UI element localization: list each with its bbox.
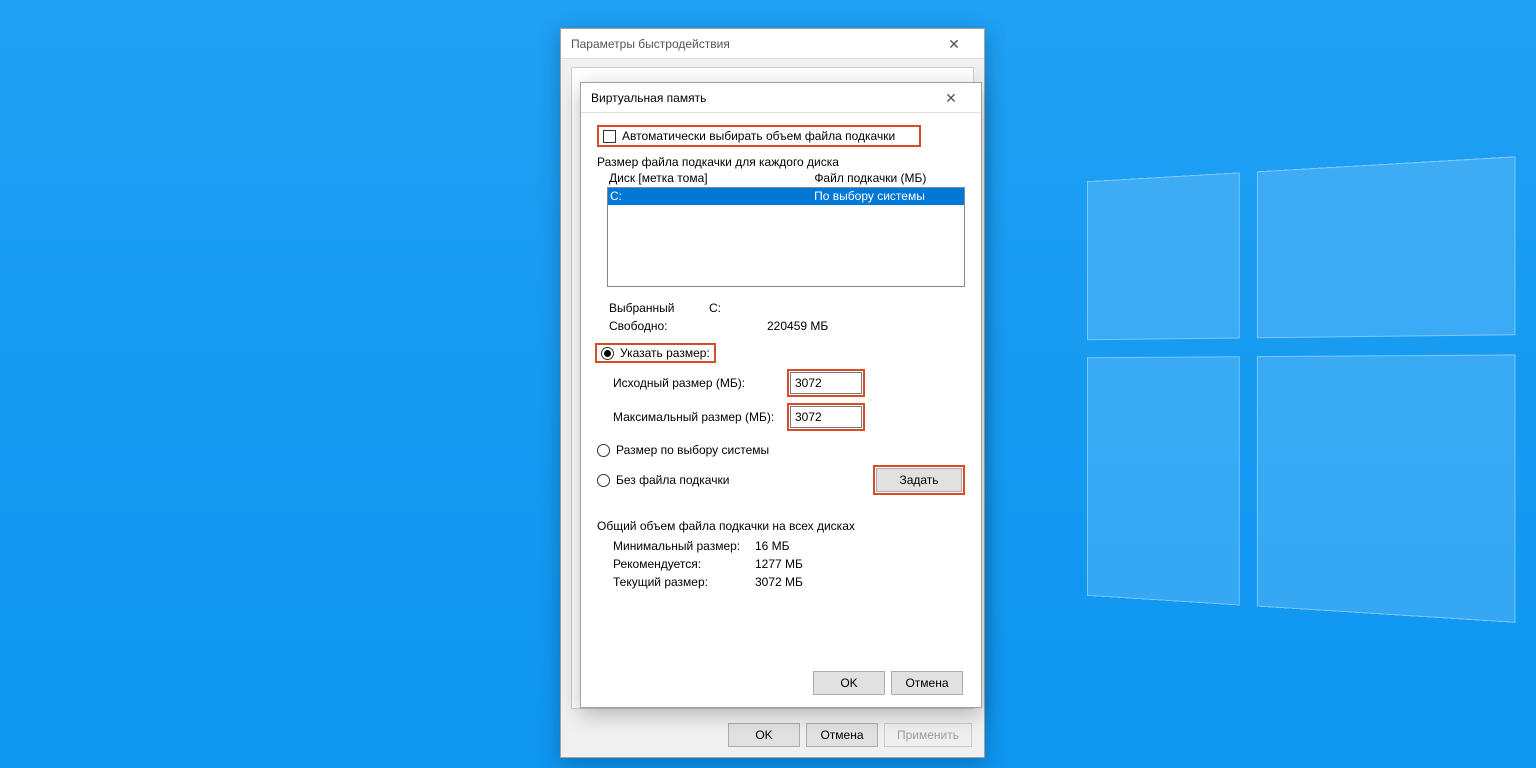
windows-logo: [1087, 157, 1496, 602]
totals-caption: Общий объем файла подкачки на всех диска…: [597, 511, 965, 535]
selected-drive-value: C:: [709, 301, 965, 315]
free-label: Свободно:: [609, 319, 767, 333]
auto-manage-label: Автоматически выбирать объем файла подка…: [622, 129, 895, 143]
col-pagefile: Файл подкачки (МБ): [814, 171, 963, 185]
free-value: 220459 МБ: [767, 319, 965, 333]
cur-value: 3072 МБ: [755, 575, 965, 589]
max-size-input[interactable]: [790, 406, 862, 428]
radio-icon[interactable]: [597, 444, 610, 457]
virtual-memory-dialog: Виртуальная память ✕ Автоматически выбир…: [580, 82, 982, 708]
rec-label: Рекомендуется:: [597, 557, 755, 571]
selected-drive-label: Выбранный: [609, 301, 709, 315]
close-icon[interactable]: ✕: [932, 29, 976, 59]
performance-options-titlebar[interactable]: Параметры быстродействия ✕: [561, 29, 984, 59]
vm-ok-button[interactable]: OK: [813, 671, 885, 695]
drive-row-drive: C:: [610, 188, 814, 205]
min-label: Минимальный размер:: [597, 539, 755, 553]
radio-system-managed[interactable]: Размер по выбору системы: [597, 443, 965, 457]
vm-titlebar[interactable]: Виртуальная память ✕: [581, 83, 981, 113]
per-drive-caption: Размер файла подкачки для каждого диска: [597, 147, 965, 171]
radio-custom-size[interactable]: Указать размер:: [597, 345, 714, 361]
radio-none-label: Без файла подкачки: [616, 473, 729, 487]
drive-row[interactable]: C: По выбору системы: [608, 188, 964, 205]
initial-size-input[interactable]: [790, 372, 862, 394]
radio-no-pagefile[interactable]: Без файла подкачки: [597, 473, 729, 487]
min-value: 16 МБ: [755, 539, 965, 553]
initial-size-label: Исходный размер (МБ):: [597, 376, 787, 390]
radio-icon[interactable]: [601, 347, 614, 360]
drive-list-headers: Диск [метка тома] Файл подкачки (МБ): [597, 171, 965, 187]
performance-options-title: Параметры быстродействия: [571, 29, 730, 59]
radio-custom-label: Указать размер:: [620, 346, 710, 360]
auto-manage-checkbox-row[interactable]: Автоматически выбирать объем файла подка…: [597, 125, 921, 147]
vm-cancel-button[interactable]: Отмена: [891, 671, 963, 695]
radio-icon[interactable]: [597, 474, 610, 487]
drive-list[interactable]: C: По выбору системы: [607, 187, 965, 287]
cur-label: Текущий размер:: [597, 575, 755, 589]
perf-ok-button[interactable]: OK: [728, 723, 800, 747]
vm-title: Виртуальная память: [591, 83, 706, 113]
max-size-label: Максимальный размер (МБ):: [597, 410, 787, 424]
radio-system-label: Размер по выбору системы: [616, 443, 769, 457]
close-icon[interactable]: ✕: [929, 83, 973, 113]
set-button[interactable]: Задать: [876, 468, 962, 492]
rec-value: 1277 МБ: [755, 557, 965, 571]
col-drive: Диск [метка тома]: [609, 171, 814, 185]
perf-apply-button: Применить: [884, 723, 972, 747]
drive-row-value: По выбору системы: [814, 188, 962, 205]
checkbox-icon[interactable]: [603, 130, 616, 143]
perf-cancel-button[interactable]: Отмена: [806, 723, 878, 747]
